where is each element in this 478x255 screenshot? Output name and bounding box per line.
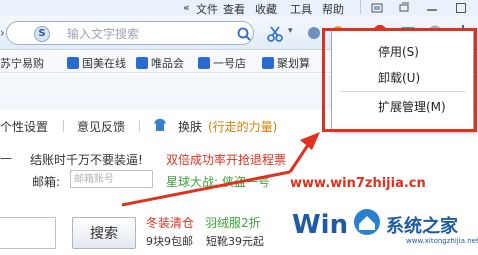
watermark-logo: Win 系统之家 www.xitongzhijia.net bbox=[290, 197, 478, 255]
watermark-url: www.xitongzhijia.net bbox=[406, 237, 478, 245]
annotation-highlight-box bbox=[322, 28, 477, 132]
watermark-site: www.win7zhijia.cn bbox=[290, 176, 426, 191]
watermark-brand: 系统之家 bbox=[386, 216, 458, 237]
svg-text:Win: Win bbox=[292, 210, 348, 240]
house-logo-icon bbox=[354, 209, 380, 235]
